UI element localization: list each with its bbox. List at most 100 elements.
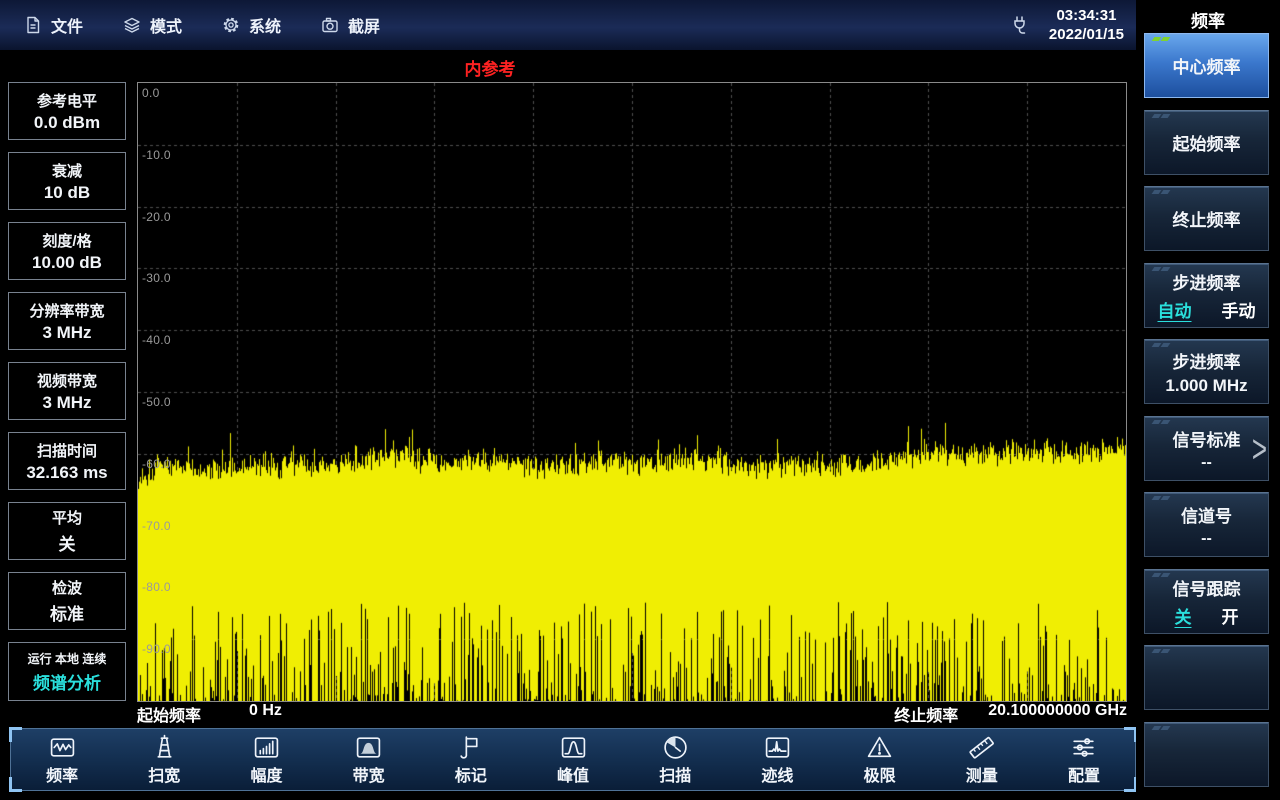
- softkey-signal-standard[interactable]: 信号标准 -- >: [1144, 416, 1269, 481]
- softkey-panel: 频率 中心频率 起始频率 终止频率 步进频率 自动 手动 步进频率 1.000 …: [1136, 0, 1280, 800]
- tool-label: 峰值: [557, 762, 589, 786]
- bandwidth-icon: [355, 734, 382, 761]
- y-tick: -90.0: [142, 642, 171, 656]
- readout-sweep-time: 扫描时间 32.163 ms: [8, 432, 126, 490]
- readout-value: 10.00 dB: [32, 253, 102, 273]
- readout-value: 标准: [50, 600, 84, 625]
- softkey-value: --: [1201, 454, 1212, 472]
- span-icon: [151, 734, 178, 761]
- softkey-label: 步进频率: [1173, 348, 1241, 373]
- softkey-value: 1.000 MHz: [1165, 376, 1247, 396]
- tool-measure[interactable]: 测量: [931, 729, 1033, 790]
- readout-average: 平均 关: [8, 502, 126, 560]
- softkey-start-frequency[interactable]: 起始频率: [1144, 110, 1269, 175]
- readout-value: 10 dB: [44, 183, 90, 203]
- tool-label: 扫描: [659, 762, 691, 786]
- tool-label: 测量: [966, 762, 998, 786]
- menu-label: 模式: [150, 13, 182, 37]
- tool-sweep[interactable]: 扫描: [624, 729, 726, 790]
- menu-label: 截屏: [348, 13, 380, 37]
- y-tick: -20.0: [142, 210, 171, 224]
- softkey-panel-title: 频率: [1136, 7, 1280, 32]
- readout-title: 视频带宽: [37, 370, 97, 391]
- tool-limit[interactable]: 极限: [829, 729, 931, 790]
- readout-value: 32.163 ms: [26, 463, 107, 483]
- softkey-corner-marks-icon: [1153, 573, 1169, 577]
- softkey-label: 信号标准: [1173, 426, 1241, 451]
- settings-readout-panel: 参考电平 0.0 dBm 衰减 10 dB 刻度/格 10.00 dB 分辨率带…: [8, 82, 126, 701]
- start-frequency-label: 起始频率: [137, 702, 201, 726]
- y-tick: -30.0: [142, 271, 171, 285]
- tool-marker[interactable]: 标记: [420, 729, 522, 790]
- y-tick: -40.0: [142, 333, 171, 347]
- main-toolbar: 频率 扫宽 幅度 带宽 标记 峰值 扫描 迹线 极限 测量 配置: [10, 728, 1136, 791]
- softkey-value: --: [1201, 530, 1212, 548]
- tool-frequency[interactable]: 频率: [11, 729, 113, 790]
- tool-amplitude[interactable]: 幅度: [215, 729, 317, 790]
- softkey-corner-marks-icon: [1153, 267, 1169, 271]
- menu-system[interactable]: 系统: [222, 13, 281, 37]
- tool-label: 扫宽: [148, 762, 180, 786]
- readout-value: 0.0 dBm: [34, 113, 100, 133]
- option-auto[interactable]: 自动: [1158, 297, 1192, 322]
- frequency-footer: 起始频率 0 Hz 终止频率 20.100000000 GHz: [137, 702, 1127, 726]
- softkey-label: 起始频率: [1173, 130, 1241, 155]
- readout-title: 检波: [52, 577, 82, 598]
- softkey-blank-1[interactable]: [1144, 645, 1269, 710]
- tool-config[interactable]: 配置: [1033, 729, 1135, 790]
- softkey-corner-marks-icon: [1153, 190, 1169, 194]
- tool-trace[interactable]: 迹线: [726, 729, 828, 790]
- menu-mode[interactable]: 模式: [123, 13, 182, 37]
- softkey-corner-marks-icon: [1153, 343, 1169, 347]
- readout-title: 分辨率带宽: [29, 300, 104, 321]
- camera-icon: [321, 16, 339, 34]
- softkey-signal-tracking[interactable]: 信号跟踪 关 开: [1144, 569, 1269, 634]
- y-tick: -10.0: [142, 148, 171, 162]
- option-on[interactable]: 开: [1222, 603, 1239, 628]
- clock-time: 03:34:31: [1049, 6, 1124, 26]
- readout-value: 关: [59, 530, 76, 555]
- y-tick: -80.0: [142, 580, 171, 594]
- option-off[interactable]: 关: [1175, 603, 1192, 628]
- softkey-label: 信号跟踪: [1173, 575, 1241, 600]
- tool-span[interactable]: 扫宽: [113, 729, 215, 790]
- limit-warning-icon: [866, 734, 893, 761]
- measure-ruler-icon: [968, 734, 995, 761]
- mode-icon: [123, 16, 141, 34]
- power-plug-icon: [1009, 14, 1031, 36]
- readout-run-status: 运行 本地 连续 频谱分析: [8, 642, 126, 701]
- readout-title: 平均: [52, 507, 82, 528]
- tool-peak[interactable]: 峰值: [522, 729, 624, 790]
- softkey-step-frequency-mode[interactable]: 步进频率 自动 手动: [1144, 263, 1269, 328]
- gear-icon: [222, 16, 240, 34]
- amplitude-icon: [253, 734, 280, 761]
- tool-label: 迹线: [761, 762, 793, 786]
- menu-file[interactable]: 文件: [24, 13, 83, 37]
- softkey-channel-number[interactable]: 信道号 --: [1144, 492, 1269, 557]
- softkey-blank-2[interactable]: [1144, 722, 1269, 787]
- tool-label: 极限: [864, 762, 896, 786]
- sweep-icon: [662, 734, 689, 761]
- menu-label: 系统: [249, 13, 281, 37]
- option-manual[interactable]: 手动: [1222, 297, 1256, 322]
- y-tick: 0.0: [142, 86, 160, 100]
- softkey-stop-frequency[interactable]: 终止频率: [1144, 186, 1269, 251]
- stop-frequency-label: 终止频率: [894, 702, 958, 726]
- softkey-center-frequency[interactable]: 中心频率: [1144, 33, 1269, 98]
- readout-title: 扫描时间: [37, 440, 97, 461]
- tool-label: 幅度: [250, 762, 282, 786]
- readout-rbw: 分辨率带宽 3 MHz: [8, 292, 126, 350]
- softkey-step-frequency-value[interactable]: 步进频率 1.000 MHz: [1144, 339, 1269, 404]
- y-tick: -70.0: [142, 519, 171, 533]
- stop-frequency-value: 20.100000000 GHz: [988, 702, 1127, 726]
- topbar: 文件 模式 系统 截屏 03:34:31 2022/01/15: [0, 0, 1136, 50]
- tool-bandwidth[interactable]: 带宽: [318, 729, 420, 790]
- readout-title: 衰减: [52, 160, 82, 181]
- readout-value: 频谱分析: [33, 669, 101, 694]
- submenu-arrow-icon: >: [1252, 425, 1267, 472]
- readout-value: 3 MHz: [42, 393, 91, 413]
- peak-icon: [560, 734, 587, 761]
- frequency-icon: [49, 734, 76, 761]
- softkey-corner-marks-icon: [1153, 37, 1169, 41]
- menu-screenshot[interactable]: 截屏: [321, 13, 380, 37]
